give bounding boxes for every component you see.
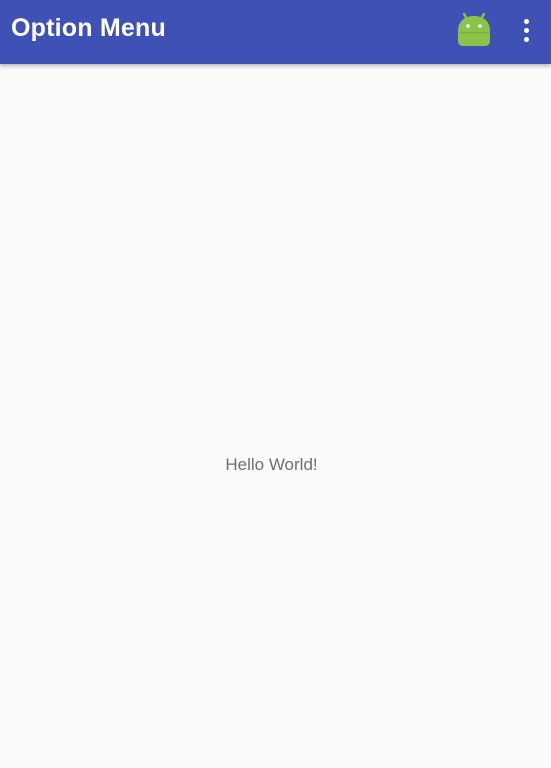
app-screen: Option Menu Hello World!	[0, 0, 551, 768]
app-bar: Option Menu	[0, 0, 551, 64]
main-content: Hello World!	[0, 64, 551, 768]
android-icon	[458, 12, 490, 46]
app-title: Option Menu	[11, 14, 166, 42]
overflow-dot-icon	[524, 28, 529, 33]
overflow-dot-icon	[524, 37, 529, 42]
overflow-dot-icon	[524, 19, 529, 24]
android-action-button[interactable]	[452, 9, 496, 53]
hello-world-text: Hello World!	[225, 455, 318, 474]
overflow-menu-button[interactable]	[506, 10, 546, 52]
